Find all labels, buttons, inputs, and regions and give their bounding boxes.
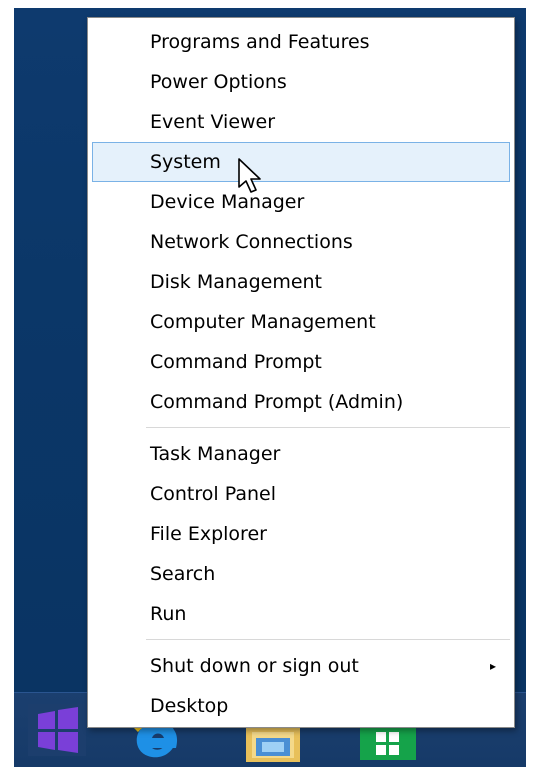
menu-item-event-viewer[interactable]: Event Viewer — [92, 105, 510, 139]
menu-item-label: Programs and Features — [150, 31, 370, 53]
menu-item-device-manager[interactable]: Device Manager — [92, 185, 510, 219]
menu-separator — [146, 639, 510, 640]
menu-item-command-prompt[interactable]: Command Prompt — [92, 345, 510, 379]
menu-item-label: File Explorer — [150, 523, 267, 545]
menu-item-file-explorer[interactable]: File Explorer — [92, 517, 510, 551]
power-user-context-menu: Programs and Features Power Options Even… — [87, 17, 515, 728]
menu-item-network-connections[interactable]: Network Connections — [92, 225, 510, 259]
menu-item-system[interactable]: System — [92, 142, 510, 182]
store-icon[interactable] — [360, 724, 416, 764]
menu-item-label: Device Manager — [150, 191, 305, 213]
file-explorer-icon[interactable] — [246, 728, 300, 766]
menu-item-desktop[interactable]: Desktop — [92, 689, 510, 723]
menu-item-label: System — [150, 151, 221, 173]
menu-item-label: Command Prompt (Admin) — [150, 391, 404, 413]
menu-item-power-options[interactable]: Power Options — [92, 65, 510, 99]
desktop: Programs and Features Power Options Even… — [0, 0, 540, 767]
menu-item-label: Desktop — [150, 695, 229, 717]
menu-item-label: Shut down or sign out — [150, 655, 359, 677]
menu-item-label: Disk Management — [150, 271, 323, 293]
menu-item-programs-and-features[interactable]: Programs and Features — [92, 25, 510, 59]
menu-item-task-manager[interactable]: Task Manager — [92, 437, 510, 471]
menu-item-run[interactable]: Run — [92, 597, 510, 631]
menu-item-label: Task Manager — [150, 443, 281, 465]
menu-item-label: Network Connections — [150, 231, 353, 253]
menu-item-label: Run — [150, 603, 187, 625]
menu-item-search[interactable]: Search — [92, 557, 510, 591]
menu-item-label: Computer Management — [150, 311, 376, 333]
menu-item-shut-down-or-sign-out[interactable]: Shut down or sign out ▸ — [92, 649, 510, 683]
menu-item-label: Power Options — [150, 71, 287, 93]
windows-logo-icon — [28, 704, 86, 756]
menu-item-computer-management[interactable]: Computer Management — [92, 305, 510, 339]
menu-item-label: Command Prompt — [150, 351, 322, 373]
menu-separator — [146, 427, 510, 428]
menu-item-disk-management[interactable]: Disk Management — [92, 265, 510, 299]
menu-item-command-prompt-admin[interactable]: Command Prompt (Admin) — [92, 385, 510, 419]
start-button[interactable] — [28, 704, 86, 756]
menu-item-label: Search — [150, 563, 216, 585]
menu-item-label: Event Viewer — [150, 111, 276, 133]
menu-item-label: Control Panel — [150, 483, 276, 505]
menu-item-control-panel[interactable]: Control Panel — [92, 477, 510, 511]
submenu-arrow-icon: ▸ — [489, 659, 496, 673]
